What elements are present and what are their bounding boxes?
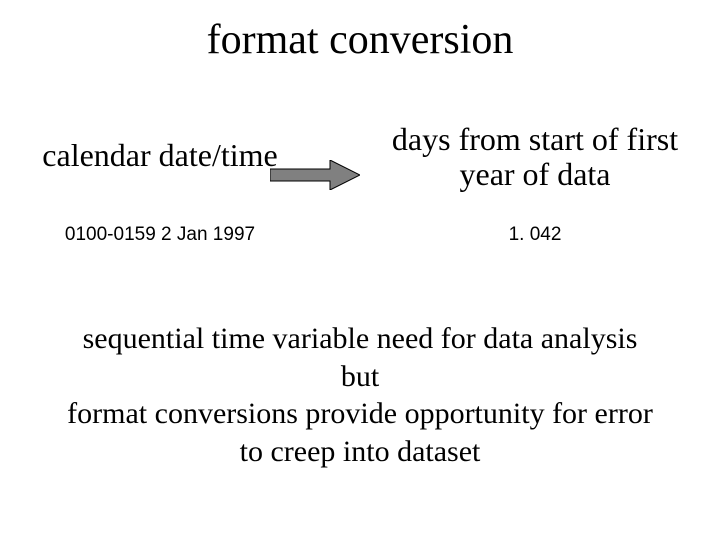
arrow-icon [270, 160, 360, 190]
slide: format conversion calendar date/time day… [0, 0, 720, 540]
bottom-line-1: sequential time variable need for data a… [83, 322, 638, 355]
bottom-line-3: format conversions provide opportunity f… [67, 397, 653, 430]
left-example-value: 0100-0159 2 Jan 1997 [20, 224, 300, 246]
right-example-value: 1. 042 [370, 224, 700, 246]
slide-title: format conversion [0, 16, 720, 64]
right-column-label: days from start of first year of data [370, 122, 700, 192]
bottom-line-4: to creep into dataset [240, 435, 481, 468]
left-column-label: calendar date/time [20, 138, 300, 173]
bottom-line-2: but [341, 360, 379, 393]
arrow-shape [270, 160, 360, 190]
bottom-paragraph: sequential time variable need for data a… [30, 320, 690, 470]
